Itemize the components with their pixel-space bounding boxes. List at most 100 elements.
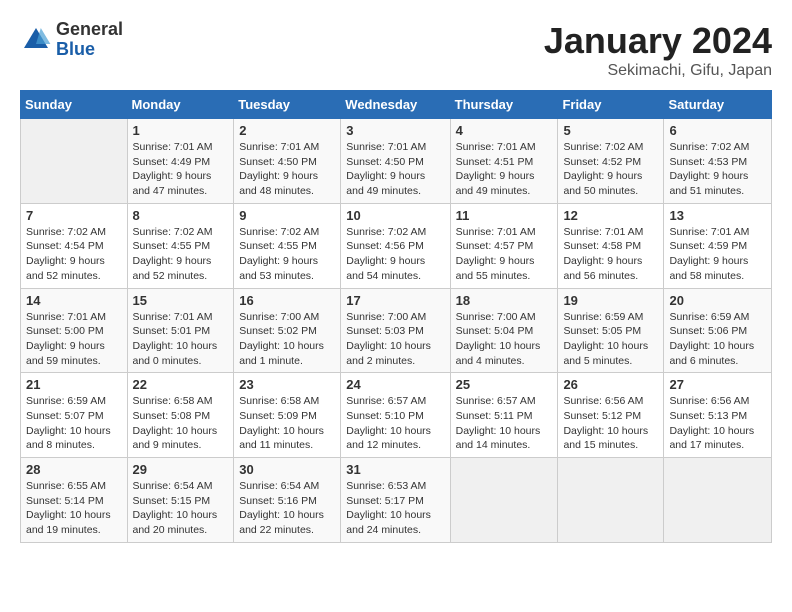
day-number: 23 bbox=[239, 377, 335, 392]
day-cell: 29 Sunrise: 6:54 AM Sunset: 5:15 PM Dayli… bbox=[127, 458, 234, 543]
day-info: Sunrise: 6:59 AM Sunset: 5:07 PM Dayligh… bbox=[26, 394, 122, 453]
title-section: January 2024 Sekimachi, Gifu, Japan bbox=[544, 20, 772, 80]
day-number: 18 bbox=[456, 293, 553, 308]
day-cell: 16 Sunrise: 7:00 AM Sunset: 5:02 PM Dayli… bbox=[234, 288, 341, 373]
day-number: 5 bbox=[563, 123, 658, 138]
day-cell: 4Sunrise: 7:01 AM Sunset: 4:51 PM Daylig… bbox=[450, 119, 558, 204]
day-cell: 8 Sunrise: 7:02 AM Sunset: 4:55 PM Daylig… bbox=[127, 203, 234, 288]
header-wednesday: Wednesday bbox=[341, 91, 450, 119]
day-cell: 2 Sunrise: 7:01 AM Sunset: 4:50 PM Daylig… bbox=[234, 119, 341, 204]
day-cell: 13Sunrise: 7:01 AM Sunset: 4:59 PM Dayli… bbox=[664, 203, 772, 288]
logo-text: General Blue bbox=[56, 20, 123, 60]
day-cell: 24Sunrise: 6:57 AM Sunset: 5:10 PM Dayli… bbox=[341, 373, 450, 458]
day-cell: 11Sunrise: 7:01 AM Sunset: 4:57 PM Dayli… bbox=[450, 203, 558, 288]
day-number: 29 bbox=[133, 462, 229, 477]
day-number: 22 bbox=[133, 377, 229, 392]
header-tuesday: Tuesday bbox=[234, 91, 341, 119]
day-cell: 7 Sunrise: 7:02 AM Sunset: 4:54 PM Daylig… bbox=[21, 203, 128, 288]
day-info: Sunrise: 7:01 AM Sunset: 4:50 PM Dayligh… bbox=[239, 140, 335, 199]
day-info: Sunrise: 7:02 AM Sunset: 4:55 PM Dayligh… bbox=[133, 225, 229, 284]
day-number: 28 bbox=[26, 462, 122, 477]
day-cell bbox=[450, 458, 558, 543]
day-cell: 26 Sunrise: 6:56 AM Sunset: 5:12 PM Dayli… bbox=[558, 373, 664, 458]
day-cell: 31 Sunrise: 6:53 AM Sunset: 5:17 PM Dayli… bbox=[341, 458, 450, 543]
day-info: Sunrise: 6:59 AM Sunset: 5:05 PM Dayligh… bbox=[563, 310, 658, 369]
day-info: Sunrise: 7:00 AM Sunset: 5:03 PM Dayligh… bbox=[346, 310, 444, 369]
day-cell: 28 Sunrise: 6:55 AM Sunset: 5:14 PM Dayli… bbox=[21, 458, 128, 543]
header-monday: Monday bbox=[127, 91, 234, 119]
day-info: Sunrise: 6:56 AM Sunset: 5:12 PM Dayligh… bbox=[563, 394, 658, 453]
day-info: Sunrise: 6:57 AM Sunset: 5:10 PM Dayligh… bbox=[346, 394, 444, 453]
week-row-3: 14Sunrise: 7:01 AM Sunset: 5:00 PM Dayli… bbox=[21, 288, 772, 373]
calendar-title: January 2024 bbox=[544, 20, 772, 62]
day-info: Sunrise: 7:01 AM Sunset: 4:58 PM Dayligh… bbox=[563, 225, 658, 284]
day-info: Sunrise: 6:56 AM Sunset: 5:13 PM Dayligh… bbox=[669, 394, 766, 453]
day-number: 31 bbox=[346, 462, 444, 477]
day-info: Sunrise: 6:58 AM Sunset: 5:08 PM Dayligh… bbox=[133, 394, 229, 453]
day-number: 3 bbox=[346, 123, 444, 138]
day-info: Sunrise: 6:54 AM Sunset: 5:15 PM Dayligh… bbox=[133, 479, 229, 538]
day-info: Sunrise: 7:00 AM Sunset: 5:04 PM Dayligh… bbox=[456, 310, 553, 369]
day-number: 11 bbox=[456, 208, 553, 223]
day-info: Sunrise: 7:02 AM Sunset: 4:56 PM Dayligh… bbox=[346, 225, 444, 284]
day-info: Sunrise: 7:00 AM Sunset: 5:02 PM Dayligh… bbox=[239, 310, 335, 369]
header-sunday: Sunday bbox=[21, 91, 128, 119]
day-cell: 1Sunrise: 7:01 AM Sunset: 4:49 PM Daylig… bbox=[127, 119, 234, 204]
day-cell: 25 Sunrise: 6:57 AM Sunset: 5:11 PM Dayli… bbox=[450, 373, 558, 458]
day-number: 6 bbox=[669, 123, 766, 138]
day-cell: 27Sunrise: 6:56 AM Sunset: 5:13 PM Dayli… bbox=[664, 373, 772, 458]
day-cell: 21 Sunrise: 6:59 AM Sunset: 5:07 PM Dayli… bbox=[21, 373, 128, 458]
day-cell: 20Sunrise: 6:59 AM Sunset: 5:06 PM Dayli… bbox=[664, 288, 772, 373]
day-info: Sunrise: 6:57 AM Sunset: 5:11 PM Dayligh… bbox=[456, 394, 553, 453]
day-cell: 23Sunrise: 6:58 AM Sunset: 5:09 PM Dayli… bbox=[234, 373, 341, 458]
day-cell: 9Sunrise: 7:02 AM Sunset: 4:55 PM Daylig… bbox=[234, 203, 341, 288]
day-cell: 30Sunrise: 6:54 AM Sunset: 5:16 PM Dayli… bbox=[234, 458, 341, 543]
calendar-subtitle: Sekimachi, Gifu, Japan bbox=[544, 62, 772, 80]
day-cell: 22 Sunrise: 6:58 AM Sunset: 5:08 PM Dayli… bbox=[127, 373, 234, 458]
week-row-1: 1Sunrise: 7:01 AM Sunset: 4:49 PM Daylig… bbox=[21, 119, 772, 204]
day-info: Sunrise: 7:02 AM Sunset: 4:55 PM Dayligh… bbox=[239, 225, 335, 284]
day-info: Sunrise: 6:55 AM Sunset: 5:14 PM Dayligh… bbox=[26, 479, 122, 538]
calendar-header-row: SundayMondayTuesdayWednesdayThursdayFrid… bbox=[21, 91, 772, 119]
day-cell bbox=[664, 458, 772, 543]
day-cell: 12Sunrise: 7:01 AM Sunset: 4:58 PM Dayli… bbox=[558, 203, 664, 288]
logo-blue-text: Blue bbox=[56, 40, 123, 60]
day-info: Sunrise: 7:02 AM Sunset: 4:52 PM Dayligh… bbox=[563, 140, 658, 199]
day-number: 2 bbox=[239, 123, 335, 138]
day-cell bbox=[21, 119, 128, 204]
day-info: Sunrise: 7:01 AM Sunset: 4:49 PM Dayligh… bbox=[133, 140, 229, 199]
day-info: Sunrise: 6:53 AM Sunset: 5:17 PM Dayligh… bbox=[346, 479, 444, 538]
day-info: Sunrise: 7:02 AM Sunset: 4:53 PM Dayligh… bbox=[669, 140, 766, 199]
day-number: 25 bbox=[456, 377, 553, 392]
week-row-5: 28 Sunrise: 6:55 AM Sunset: 5:14 PM Dayli… bbox=[21, 458, 772, 543]
header-saturday: Saturday bbox=[664, 91, 772, 119]
day-cell: 17Sunrise: 7:00 AM Sunset: 5:03 PM Dayli… bbox=[341, 288, 450, 373]
day-cell bbox=[558, 458, 664, 543]
logo-icon bbox=[20, 24, 52, 56]
logo: General Blue bbox=[20, 20, 123, 60]
logo-general-text: General bbox=[56, 20, 123, 40]
page-header: General Blue January 2024 Sekimachi, Gif… bbox=[20, 20, 772, 80]
day-cell: 15Sunrise: 7:01 AM Sunset: 5:01 PM Dayli… bbox=[127, 288, 234, 373]
day-cell: 14Sunrise: 7:01 AM Sunset: 5:00 PM Dayli… bbox=[21, 288, 128, 373]
day-info: Sunrise: 7:01 AM Sunset: 5:01 PM Dayligh… bbox=[133, 310, 229, 369]
day-number: 16 bbox=[239, 293, 335, 308]
day-cell: 5 Sunrise: 7:02 AM Sunset: 4:52 PM Daylig… bbox=[558, 119, 664, 204]
day-info: Sunrise: 7:02 AM Sunset: 4:54 PM Dayligh… bbox=[26, 225, 122, 284]
day-number: 7 bbox=[26, 208, 122, 223]
day-info: Sunrise: 7:01 AM Sunset: 4:50 PM Dayligh… bbox=[346, 140, 444, 199]
header-friday: Friday bbox=[558, 91, 664, 119]
day-cell: 3 Sunrise: 7:01 AM Sunset: 4:50 PM Daylig… bbox=[341, 119, 450, 204]
calendar-table: SundayMondayTuesdayWednesdayThursdayFrid… bbox=[20, 90, 772, 543]
day-number: 19 bbox=[563, 293, 658, 308]
day-number: 30 bbox=[239, 462, 335, 477]
week-row-4: 21 Sunrise: 6:59 AM Sunset: 5:07 PM Dayli… bbox=[21, 373, 772, 458]
day-number: 21 bbox=[26, 377, 122, 392]
day-number: 8 bbox=[133, 208, 229, 223]
day-info: Sunrise: 6:59 AM Sunset: 5:06 PM Dayligh… bbox=[669, 310, 766, 369]
week-row-2: 7 Sunrise: 7:02 AM Sunset: 4:54 PM Daylig… bbox=[21, 203, 772, 288]
day-info: Sunrise: 7:01 AM Sunset: 4:51 PM Dayligh… bbox=[456, 140, 553, 199]
day-cell: 18 Sunrise: 7:00 AM Sunset: 5:04 PM Dayli… bbox=[450, 288, 558, 373]
day-number: 26 bbox=[563, 377, 658, 392]
day-number: 14 bbox=[26, 293, 122, 308]
